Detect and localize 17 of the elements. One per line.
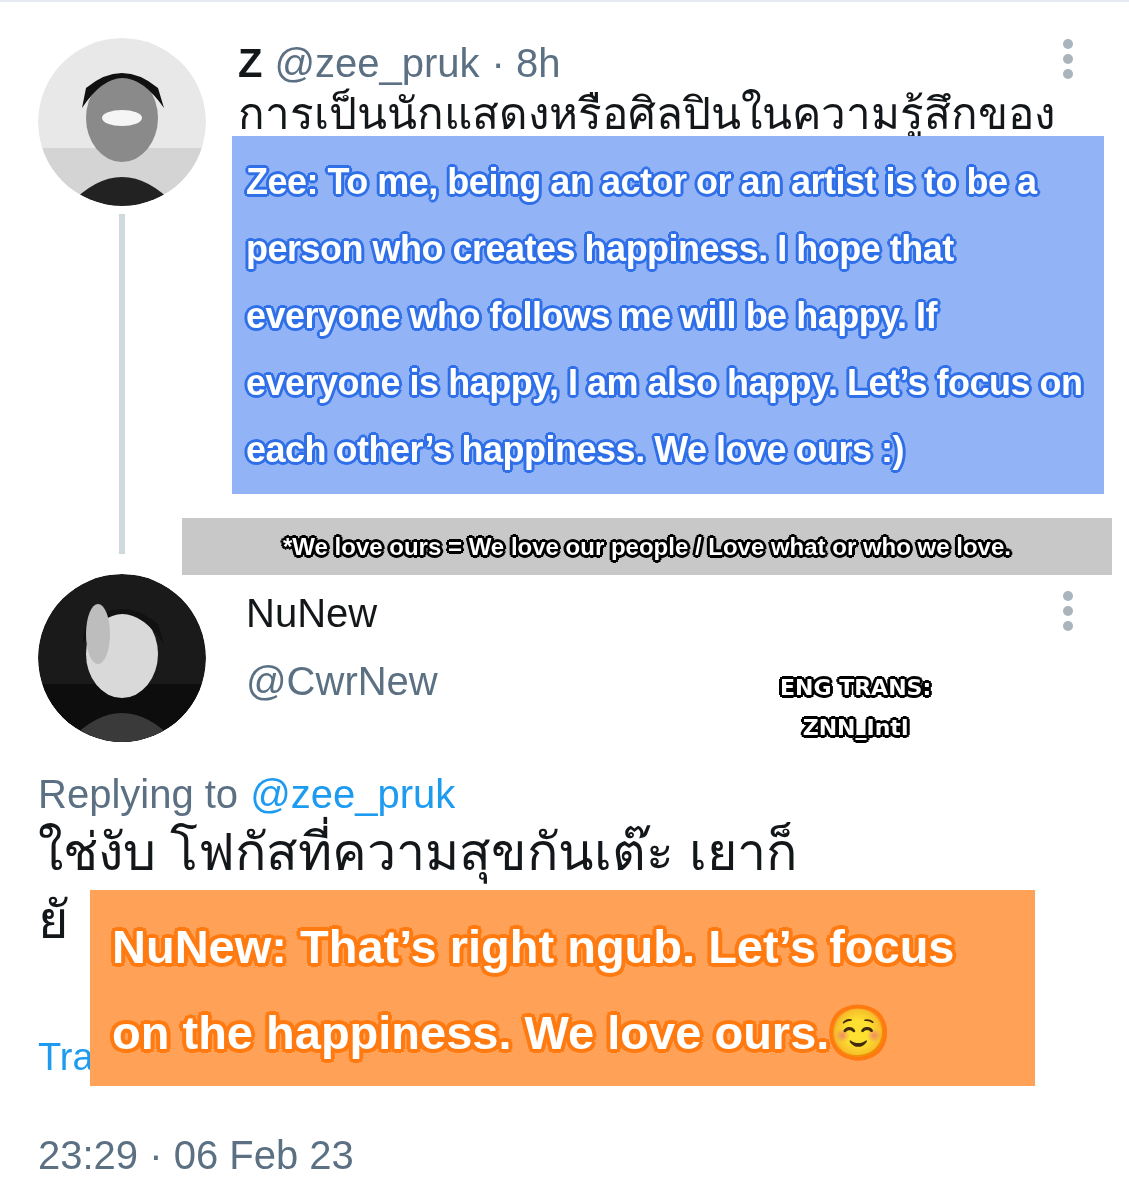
translator-credit: ENG TRANS: xyxy=(780,674,932,702)
replying-label: Replying to xyxy=(38,771,239,817)
display-name: NuNew xyxy=(246,590,378,636)
post-time: · 8h xyxy=(491,40,561,86)
display-name: Z xyxy=(238,40,263,86)
more-options-icon[interactable] xyxy=(1062,590,1074,632)
reply-handle-link[interactable]: @zee_pruk xyxy=(250,770,456,818)
reply-text: ใช่งับ โฟกัสที่ความสุขกันเต๊ะ เยาก็ xyxy=(38,818,797,886)
reply-text: ยั xyxy=(38,890,68,951)
translation-overlay: Zee: To me, being an actor or an artist is to be a person who creates happiness. I hope that everyone who follows me will be happy. If everyone is happy, I am also happy. Let’s focus on each other’s happiness. We love ours :) xyxy=(232,136,1104,494)
translation-note: *We love ours = We love our people / Love what or who we love. xyxy=(182,518,1112,575)
translator-credit: ZNN_Intl xyxy=(802,712,909,744)
more-options-icon[interactable] xyxy=(1062,38,1074,80)
translation-overlay: NuNew: That’s right ngub. Let’s focus on the happiness. We love ours.☺ xyxy=(90,890,1035,1086)
post-timestamp: 23:29 · 06 Feb 23 xyxy=(38,1132,355,1179)
user-handle[interactable]: @zee_pruk xyxy=(274,40,480,86)
user-handle[interactable]: @CwrNew xyxy=(246,658,438,704)
